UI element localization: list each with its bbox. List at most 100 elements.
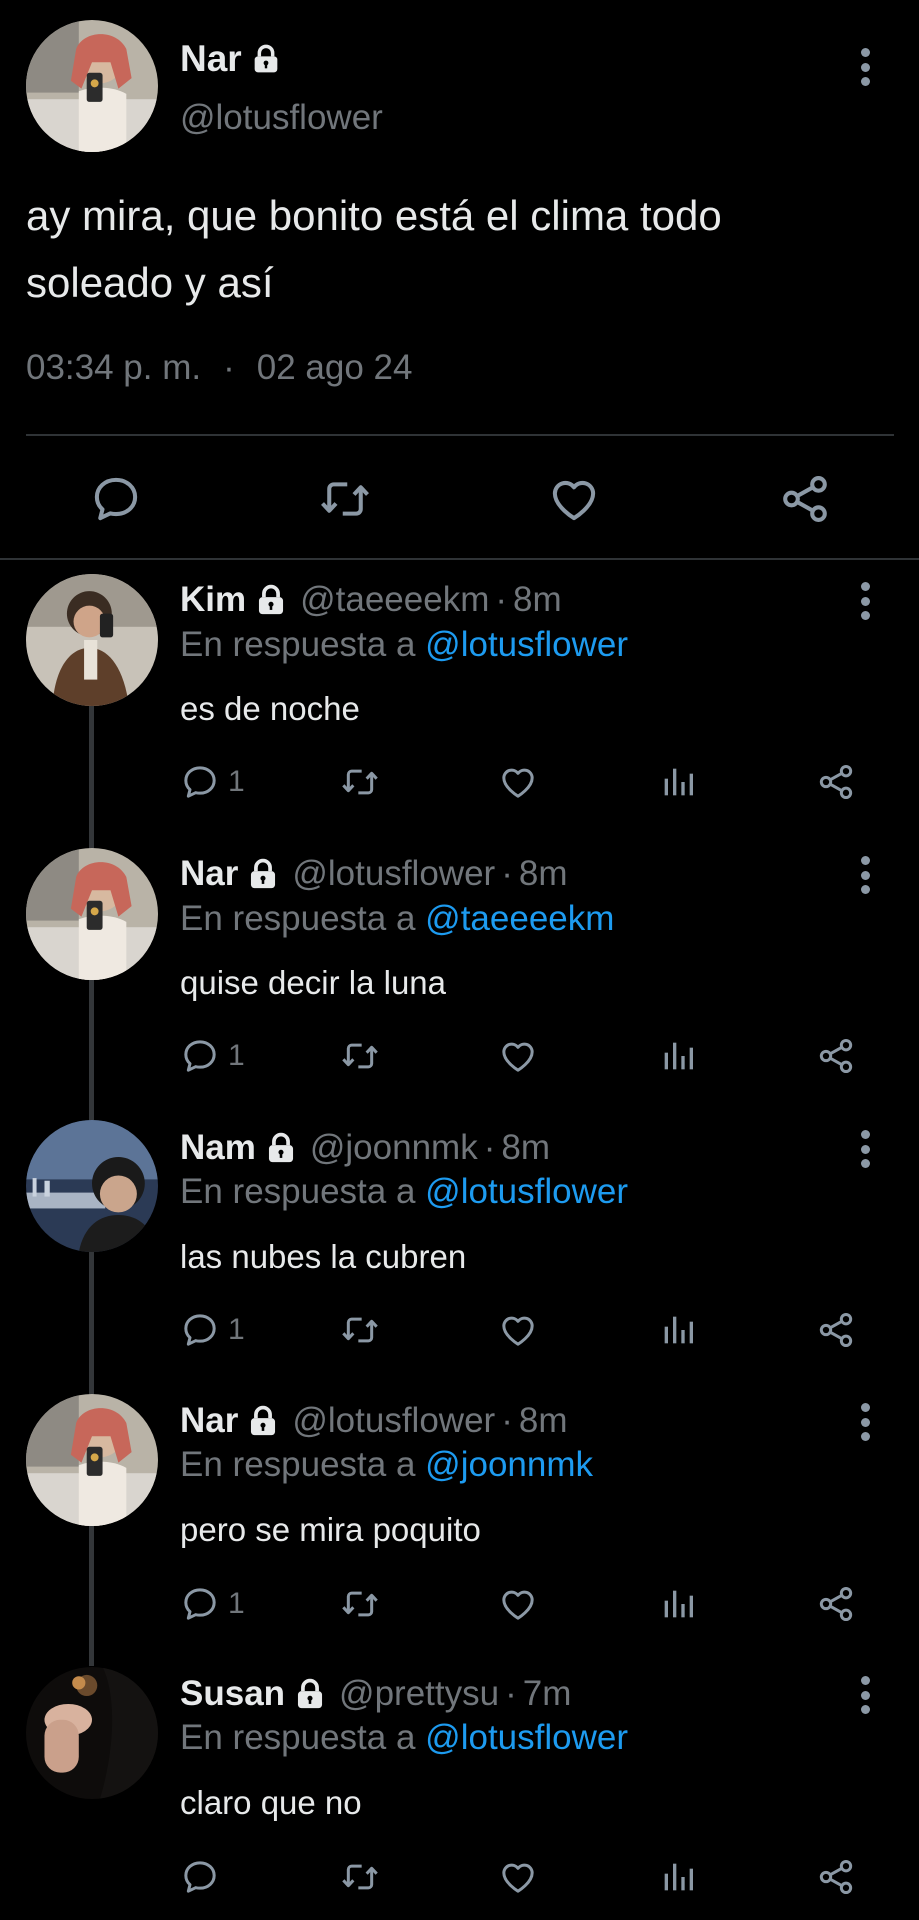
- tweet-age: 7m: [522, 1674, 572, 1713]
- share-button[interactable]: [816, 1857, 856, 1897]
- more-vertical-icon[interactable]: [859, 1130, 871, 1168]
- reply-to-link[interactable]: @joonnmk: [425, 1445, 593, 1484]
- views-icon: [658, 762, 698, 802]
- more-vertical-icon[interactable]: [859, 582, 871, 620]
- tweet-age: 8m: [518, 854, 568, 893]
- views-icon: [658, 1584, 698, 1624]
- views-button[interactable]: [658, 1310, 698, 1350]
- author-name[interactable]: Nam: [180, 1128, 256, 1168]
- avatar-image: [26, 20, 158, 152]
- views-button[interactable]: [658, 1036, 698, 1076]
- reply-count: 1: [228, 1313, 245, 1346]
- share-button[interactable]: [816, 1584, 856, 1624]
- views-icon: [658, 1310, 698, 1350]
- reply-context: En respuesta a @lotusflower: [180, 1172, 628, 1212]
- share-button[interactable]: [816, 1036, 856, 1076]
- avatar[interactable]: [26, 1120, 158, 1252]
- share-button[interactable]: [778, 472, 832, 526]
- reply-header: Nar @lotusflower · 8m: [180, 854, 567, 894]
- author-handle[interactable]: @taeeeekm: [300, 580, 489, 620]
- retweet-button[interactable]: [340, 762, 380, 802]
- reply-button[interactable]: [89, 472, 143, 526]
- reply-context-label: En respuesta a: [180, 1172, 416, 1211]
- avatar[interactable]: [26, 848, 158, 980]
- author-name-row[interactable]: Nar: [180, 38, 282, 80]
- reply-context: En respuesta a @lotusflower: [180, 1718, 628, 1758]
- tweet-age: 8m: [518, 1401, 568, 1440]
- tweet-text: quise decir la luna: [180, 964, 446, 1001]
- like-button[interactable]: [498, 1036, 538, 1076]
- meta-separator: ·: [223, 348, 235, 387]
- retweet-icon: [340, 1584, 380, 1624]
- share-button[interactable]: [816, 762, 856, 802]
- author-handle[interactable]: @prettysu: [339, 1674, 499, 1714]
- comment-icon: [180, 1857, 220, 1897]
- reply-header: Nam @joonnmk · 8m: [180, 1128, 550, 1168]
- avatar[interactable]: [26, 574, 158, 706]
- author-name: Nar: [180, 38, 242, 79]
- share-icon: [816, 762, 856, 802]
- tweet-text: ay mira, que bonito está el clima todo s…: [26, 192, 722, 306]
- retweet-button[interactable]: [340, 1584, 380, 1624]
- heart-icon: [498, 1857, 538, 1897]
- more-vertical-icon[interactable]: [859, 1676, 871, 1714]
- avatar-image: [26, 574, 158, 706]
- reply-to-link[interactable]: @lotusflower: [425, 1172, 628, 1211]
- author-name[interactable]: Nar: [180, 1401, 238, 1441]
- author-name[interactable]: Kim: [180, 580, 246, 620]
- like-button[interactable]: [547, 472, 601, 526]
- tweet-date: 02 ago 24: [256, 348, 413, 387]
- author-name[interactable]: Nar: [180, 854, 238, 894]
- heart-icon: [547, 472, 601, 526]
- avatar[interactable]: [26, 20, 158, 152]
- share-icon: [778, 472, 832, 526]
- reply-count: 1: [228, 1587, 245, 1620]
- reply-button[interactable]: 1: [180, 762, 245, 802]
- avatar[interactable]: [26, 1394, 158, 1526]
- lock-icon: [293, 1677, 327, 1711]
- retweet-button[interactable]: [340, 1036, 380, 1076]
- views-icon: [658, 1036, 698, 1076]
- retweet-icon: [340, 762, 380, 802]
- divider: [0, 558, 919, 560]
- reply-button[interactable]: [180, 1857, 228, 1897]
- heart-icon: [498, 762, 538, 802]
- like-button[interactable]: [498, 1310, 538, 1350]
- comment-icon: [180, 1584, 220, 1624]
- meta-separator: ·: [505, 1674, 517, 1713]
- divider: [26, 434, 894, 436]
- author-name[interactable]: Susan: [180, 1674, 285, 1714]
- lock-icon: [254, 583, 288, 617]
- author-handle[interactable]: @lotusflower: [180, 98, 383, 138]
- comment-icon: [89, 472, 143, 526]
- reply-to-link[interactable]: @lotusflower: [425, 1718, 628, 1757]
- like-button[interactable]: [498, 762, 538, 802]
- like-button[interactable]: [498, 1857, 538, 1897]
- more-vertical-icon[interactable]: [859, 48, 871, 86]
- like-button[interactable]: [498, 1584, 538, 1624]
- reply-button[interactable]: 1: [180, 1310, 245, 1350]
- share-button[interactable]: [816, 1310, 856, 1350]
- reply-context-label: En respuesta a: [180, 625, 416, 664]
- heart-icon: [498, 1584, 538, 1624]
- retweet-button[interactable]: [340, 1857, 380, 1897]
- retweet-button[interactable]: [318, 472, 372, 526]
- comment-icon: [180, 762, 220, 802]
- reply-to-link[interactable]: @lotusflower: [425, 625, 628, 664]
- heart-icon: [498, 1310, 538, 1350]
- reply-count: 1: [228, 1039, 245, 1072]
- meta-separator: ·: [501, 854, 513, 893]
- views-button[interactable]: [658, 1857, 698, 1897]
- author-handle[interactable]: @joonnmk: [310, 1128, 478, 1168]
- reply-button[interactable]: 1: [180, 1584, 245, 1624]
- more-vertical-icon[interactable]: [859, 856, 871, 894]
- more-vertical-icon[interactable]: [859, 1403, 871, 1441]
- avatar[interactable]: [26, 1667, 158, 1799]
- views-button[interactable]: [658, 762, 698, 802]
- author-handle[interactable]: @lotusflower: [292, 1401, 495, 1441]
- retweet-button[interactable]: [340, 1310, 380, 1350]
- author-handle[interactable]: @lotusflower: [292, 854, 495, 894]
- reply-to-link[interactable]: @taeeeekm: [425, 899, 614, 938]
- reply-button[interactable]: 1: [180, 1036, 245, 1076]
- views-button[interactable]: [658, 1584, 698, 1624]
